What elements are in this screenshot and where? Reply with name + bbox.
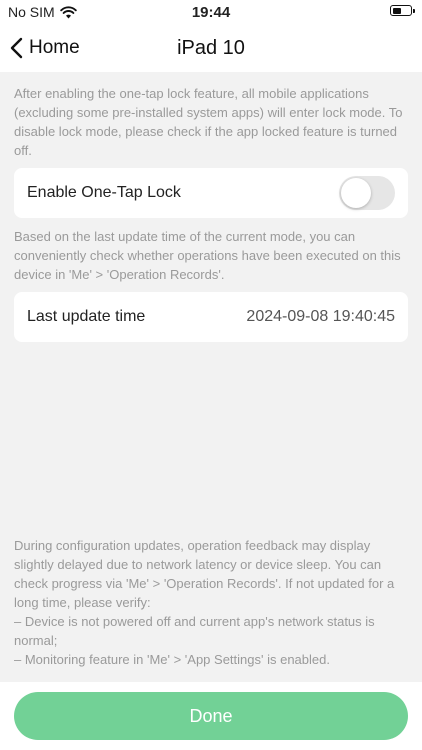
lock-description: After enabling the one-tap lock feature,… <box>14 84 408 160</box>
battery-level <box>392 7 402 14</box>
nav-bar: Home iPad 10 <box>0 24 422 72</box>
one-tap-lock-toggle[interactable] <box>339 176 395 210</box>
battery-icon <box>390 5 415 16</box>
status-time: 19:44 <box>191 4 231 21</box>
one-tap-lock-label: Enable One-Tap Lock <box>27 184 181 201</box>
update-description-text: Based on the last update time of the cur… <box>14 229 401 282</box>
toggle-knob <box>341 178 371 208</box>
lock-description-text: After enabling the one-tap lock feature,… <box>14 86 403 158</box>
feedback-note-item: – Monitoring feature in 'Me' > 'App Sett… <box>14 652 330 667</box>
one-tap-lock-row: Enable One-Tap Lock <box>14 168 408 218</box>
done-button[interactable]: Done <box>14 692 408 740</box>
last-update-value: 2024-09-08 19:40:45 <box>246 308 395 325</box>
chevron-left-icon <box>10 37 23 59</box>
back-label: Home <box>29 37 80 58</box>
status-bar: No SIM 19:44 <box>0 0 422 24</box>
feedback-note-item: – Device is not powered off and current … <box>14 614 375 648</box>
feedback-note: During configuration updates, operation … <box>14 536 408 669</box>
last-update-row: Last update time 2024-09-08 19:40:45 <box>14 292 408 342</box>
last-update-label: Last update time <box>27 308 146 325</box>
update-description: Based on the last update time of the cur… <box>14 227 408 284</box>
back-button[interactable]: Home <box>10 24 80 72</box>
feedback-note-intro: During configuration updates, operation … <box>14 538 395 610</box>
